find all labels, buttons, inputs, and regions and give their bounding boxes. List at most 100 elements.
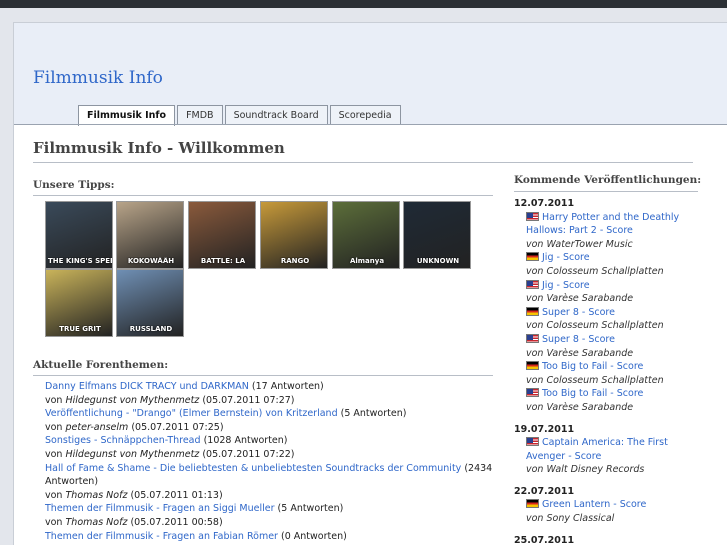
forum-user: Thomas Nofz [65,516,128,528]
forum-topic: Sonstiges - Schnäppchen-Thread (1028 Ant… [45,434,495,448]
german-flag-icon [526,306,539,316]
forum-topic-link[interactable]: Themen der Filmmusik - Fragen an Fabian … [45,531,278,542]
forum-user: Thomas Nofz [65,489,128,501]
tips-divider [33,195,493,196]
release-link[interactable]: Jig - Score [542,252,590,263]
release-link[interactable]: Too Big to Fail - Score [542,361,643,372]
release-item: Super 8 - Score von Colosseum Schallplatt… [514,306,698,333]
forum-topic: Themen der Filmmusik - Fragen an Siggi M… [45,502,495,516]
forum-user: peter-anselm [65,421,129,433]
release-link[interactable]: Too Big to Fail - Score [542,388,643,399]
releases-list: 12.07.2011 Harry Potter and the Deathly … [514,197,698,545]
tip-cover-true-grit[interactable]: TRUE GRIT [45,269,113,337]
release-item: Green Lantern - Score von Sony Classical [514,498,698,525]
tip-cover-caption: TRUE GRIT [59,325,101,333]
forum-time: (05.07.2011 07:27) [202,394,295,406]
tip-cover-rango[interactable]: RANGO [260,201,328,269]
us-flag-icon [526,211,539,221]
german-flag-icon [526,499,539,509]
forum-topic: Hall of Fame & Shame - Die beliebtesten … [45,462,495,489]
page-container: Filmmusik Info Filmmusik Info FMDB Sound… [13,22,727,545]
tip-cover-caption: UNKNOWN [416,257,460,265]
release-label-prefix: von [526,320,544,332]
forum-by-prefix: von [45,489,63,501]
forum-by-prefix: von [45,421,63,433]
release-label: Walt Disney Records [546,464,645,476]
release-label: Colosseum Schallplatten [546,320,664,332]
release-link[interactable]: Harry Potter and the Deathly Hallows: Pa… [526,212,679,237]
tip-cover-caption: RANGO [280,257,310,265]
forum-topic-link[interactable]: Themen der Filmmusik - Fragen an Siggi M… [45,503,275,514]
forum-topic-link[interactable]: Hall of Fame & Shame - Die beliebtesten … [45,463,461,474]
us-flag-icon [526,388,539,398]
release-link[interactable]: Captain America: The First Avenger - Sco… [526,437,668,462]
tip-cover-battle-la[interactable]: BATTLE: LA [188,201,256,269]
forum-user: Hildegunst von Mythenmetz [65,448,200,460]
tabs-divider [14,124,727,125]
forum-topic-meta: von peter-anselm (05.07.2011 07:25) [45,421,495,435]
forum-reply-count: (5 Antworten) [277,503,344,515]
forum-topic-meta: von Thomas Nofz (05.07.2011 00:58) [45,516,495,530]
forum-topic: Danny Elfmans DICK TRACY und DARKMAN (17… [45,380,495,394]
forum-reply-count: (0 Antworten) [281,530,347,542]
forum-heading: Aktuelle Forenthemen: [33,359,169,371]
release-link[interactable]: Jig - Score [542,280,590,291]
forum-topic: Themen der Filmmusik - Fragen an Fabian … [45,530,495,544]
release-label-prefix: von [526,238,544,250]
forum-topic-list: Danny Elfmans DICK TRACY und DARKMAN (17… [45,380,495,543]
forum-topic-link[interactable]: Sonstiges - Schnäppchen-Thread [45,435,201,446]
tab-soundtrack-board[interactable]: Soundtrack Board [224,105,328,125]
german-flag-icon [526,252,539,262]
release-date: 12.07.2011 [514,198,575,209]
forum-topic-link[interactable]: Veröffentlichung - "Drango" (Elmer Berns… [45,408,338,419]
forum-topic-meta: von Hildegunst von Mythenmetz (05.07.201… [45,448,495,462]
forum-time: (05.07.2011 01:13) [130,489,223,501]
release-item: Too Big to Fail - Score von Colosseum Sch… [514,360,698,387]
release-label-prefix: von [526,401,544,413]
tip-cover-kokowaah[interactable]: KOKOWÄÄH [116,201,184,269]
tab-filmmusik-info[interactable]: Filmmusik Info [78,105,176,126]
forum-by-prefix: von [45,448,63,460]
release-item: Captain America: The First Avenger - Sco… [514,436,698,477]
forum-by-prefix: von [45,516,63,528]
release-label: Varèse Sarabande [546,401,634,413]
forum-reply-count: (17 Antworten) [251,381,324,392]
site-title[interactable]: Filmmusik Info [33,68,163,88]
tab-scorepedia[interactable]: Scorepedia [329,105,401,125]
release-item: Super 8 - Score von Varèse Sarabande [514,333,698,360]
release-date: 25.07.2011 [514,534,575,545]
title-divider [33,162,693,163]
release-label-prefix: von [526,347,544,359]
release-link[interactable]: Green Lantern - Score [542,499,646,510]
tip-cover-caption: THE KING'S SPEECH [48,257,112,265]
release-item: Jig - Score von Varèse Sarabande [514,279,698,306]
forum-divider [33,375,493,376]
tip-cover-caption: BATTLE: LA [200,257,246,265]
release-label-prefix: von [526,464,544,476]
us-flag-icon [526,437,539,447]
forum-topic-meta: von Thomas Nofz (05.07.2011 01:13) [45,489,495,503]
release-label-prefix: von [526,374,544,386]
tip-cover-almanya[interactable]: Almanya [332,201,400,269]
release-label: Varèse Sarabande [546,293,634,305]
release-label: Sony Classical [546,513,615,525]
site-header: Filmmusik Info Filmmusik Info FMDB Sound… [14,23,727,126]
release-date: 19.07.2011 [514,423,575,435]
page-title: Filmmusik Info - Willkommen [33,139,285,157]
release-link[interactable]: Super 8 - Score [542,307,615,318]
browser-top-bar [0,0,727,8]
tip-cover-kings-speech[interactable]: THE KING'S SPEECH [45,201,113,269]
release-label: Colosseum Schallplatten [546,265,664,277]
forum-time: (05.07.2011 00:58) [130,516,223,528]
tip-cover-caption: KOKOWÄÄH [127,257,175,265]
release-item: Jig - Score von Colosseum Schallplatten [514,251,698,278]
tip-cover-unknown[interactable]: UNKNOWN [403,201,471,269]
main-tabs: Filmmusik Info FMDB Soundtrack Board Sco… [78,105,403,126]
release-label: WaterTower Music [546,238,633,250]
forum-topic: Veröffentlichung - "Drango" (Elmer Berns… [45,407,495,421]
forum-topic-link[interactable]: Danny Elfmans DICK TRACY und DARKMAN [45,381,249,392]
tip-cover-russland[interactable]: RUSSLAND [116,269,184,337]
tab-fmdb[interactable]: FMDB [177,105,223,125]
release-link[interactable]: Super 8 - Score [542,334,615,345]
release-label-prefix: von [526,513,544,525]
